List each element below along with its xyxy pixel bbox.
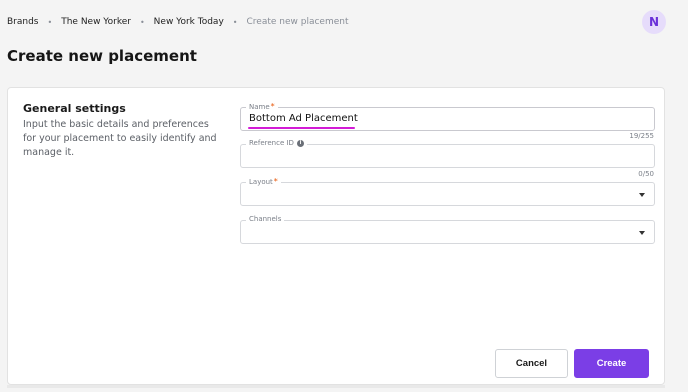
breadcrumb-the-new-yorker[interactable]: The New Yorker: [61, 17, 131, 27]
create-button[interactable]: Create: [574, 349, 649, 378]
chevron-down-icon[interactable]: [639, 231, 645, 235]
breadcrumb-separator: •: [232, 17, 238, 27]
top-bar: Brands • The New Yorker • New York Today…: [0, 0, 688, 44]
page-title: Create new placement: [7, 47, 197, 65]
name-field[interactable]: Name * Bottom Ad Placement: [240, 102, 655, 131]
layout-label: Layout *: [246, 177, 281, 186]
breadcrumb-new-york-today[interactable]: New York Today: [154, 17, 224, 27]
breadcrumb: Brands • The New Yorker • New York Today…: [7, 17, 348, 27]
required-marker: *: [270, 102, 275, 111]
avatar[interactable]: N: [642, 10, 666, 34]
channels-label: Channels: [246, 215, 285, 223]
breadcrumb-separator: •: [139, 17, 145, 27]
reference-id-char-counter: 0/50: [638, 170, 654, 178]
reference-id-label: Reference ID i: [246, 139, 307, 147]
form-card: General settings Input the basic details…: [7, 87, 665, 385]
general-settings-description: Input the basic details and preferences …: [23, 119, 217, 158]
card-shadow: [7, 385, 665, 388]
breadcrumb-separator: •: [47, 17, 53, 27]
breadcrumb-brands[interactable]: Brands: [7, 17, 39, 27]
info-icon[interactable]: i: [296, 139, 304, 147]
name-char-counter: 19/255: [629, 132, 654, 140]
breadcrumb-current: Create new placement: [246, 17, 349, 27]
general-settings-title: General settings: [23, 102, 126, 115]
name-label: Name *: [246, 102, 278, 111]
channels-select[interactable]: Channels: [240, 215, 655, 244]
spellcheck-underline: [248, 127, 355, 129]
required-marker: *: [273, 177, 278, 186]
name-input-value[interactable]: Bottom Ad Placement: [249, 113, 358, 124]
layout-select[interactable]: Layout *: [240, 177, 655, 206]
chevron-down-icon[interactable]: [639, 193, 645, 197]
cancel-button[interactable]: Cancel: [495, 349, 568, 378]
reference-id-field[interactable]: Reference ID i: [240, 139, 655, 168]
